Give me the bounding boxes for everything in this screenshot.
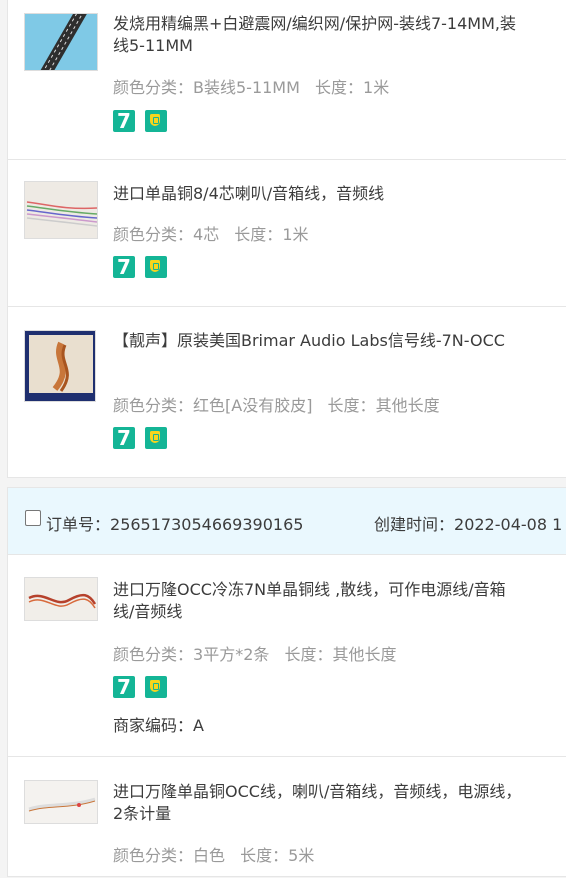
- order-item: 进口单晶铜8/4芯喇叭/音箱线，音频线 颜色分类：4芯 长度：1米 7 ¥: [8, 159, 566, 307]
- guarantee-icon[interactable]: [145, 427, 167, 449]
- guarantee-icon[interactable]: [145, 110, 167, 132]
- order-created-time: 创建时间：2022-04-08 1: [374, 515, 563, 534]
- product-title[interactable]: 进口万隆OCC冷冻7N单晶铜线 ,散线，可作电源线/音箱线/音频线: [113, 579, 523, 623]
- order-item: 进口万隆OCC冷冻7N单晶铜线 ,散线，可作电源线/音箱线/音频线 颜色分类：3…: [8, 555, 566, 757]
- product-title[interactable]: 进口单晶铜8/4芯喇叭/音箱线，音频线: [113, 183, 523, 205]
- product-thumbnail[interactable]: [24, 577, 98, 621]
- product-title[interactable]: 发烧用精编黑+白避震网/编织网/保护网-装线7-14MM,装线5-11MM: [113, 13, 523, 57]
- order-select-checkbox[interactable]: [25, 510, 41, 526]
- product-spec: 颜色分类：B装线5-11MM 长度：1米: [113, 78, 390, 97]
- product-spec: 颜色分类：3平方*2条 长度：其他长度: [113, 645, 397, 664]
- order-card-1: 发烧用精编黑+白避震网/编织网/保护网-装线7-14MM,装线5-11MM 颜色…: [7, 0, 566, 478]
- service-badges: 7: [113, 110, 177, 132]
- order-number: 订单号：2565173054669390165: [46, 515, 304, 534]
- order-item: 发烧用精编黑+白避震网/编织网/保护网-装线7-14MM,装线5-11MM 颜色…: [8, 0, 566, 160]
- service-badges: 7: [113, 676, 177, 698]
- product-thumbnail[interactable]: [24, 330, 96, 402]
- order-item: 【靓声】原装美国Brimar Audio Labs信号线-7N-OCC 颜色分类…: [8, 306, 566, 479]
- order-header: 订单号：2565173054669390165 创建时间：2022-04-08 …: [8, 488, 566, 555]
- seven-day-return-icon[interactable]: 7: [113, 676, 135, 698]
- order-card-2: 订单号：2565173054669390165 创建时间：2022-04-08 …: [7, 487, 566, 877]
- order-item: 进口万隆单晶铜OCC线，喇叭/音箱线，音频线，电源线，2条计量 颜色分类：白色 …: [8, 756, 566, 878]
- product-thumbnail[interactable]: [24, 181, 98, 239]
- guarantee-icon[interactable]: [145, 256, 167, 278]
- guarantee-icon[interactable]: [145, 676, 167, 698]
- product-thumbnail[interactable]: [24, 780, 98, 824]
- seven-day-return-icon[interactable]: 7: [113, 427, 135, 449]
- seven-day-return-icon[interactable]: 7: [113, 256, 135, 278]
- product-title[interactable]: 【靓声】原装美国Brimar Audio Labs信号线-7N-OCC: [113, 330, 523, 352]
- product-spec: 颜色分类：4芯 长度：1米: [113, 225, 309, 244]
- product-thumbnail[interactable]: [24, 13, 98, 71]
- product-title[interactable]: 进口万隆单晶铜OCC线，喇叭/音箱线，音频线，电源线，2条计量: [113, 781, 523, 825]
- product-spec: 颜色分类：白色 长度：5米: [113, 846, 315, 865]
- seven-day-return-icon[interactable]: 7: [113, 110, 135, 132]
- product-spec: 颜色分类：红色[A没有胶皮] 长度：其他长度: [113, 396, 440, 415]
- service-badges: 7: [113, 427, 177, 449]
- service-badges: 7: [113, 256, 177, 278]
- merchant-code: 商家编码：A: [113, 716, 204, 735]
